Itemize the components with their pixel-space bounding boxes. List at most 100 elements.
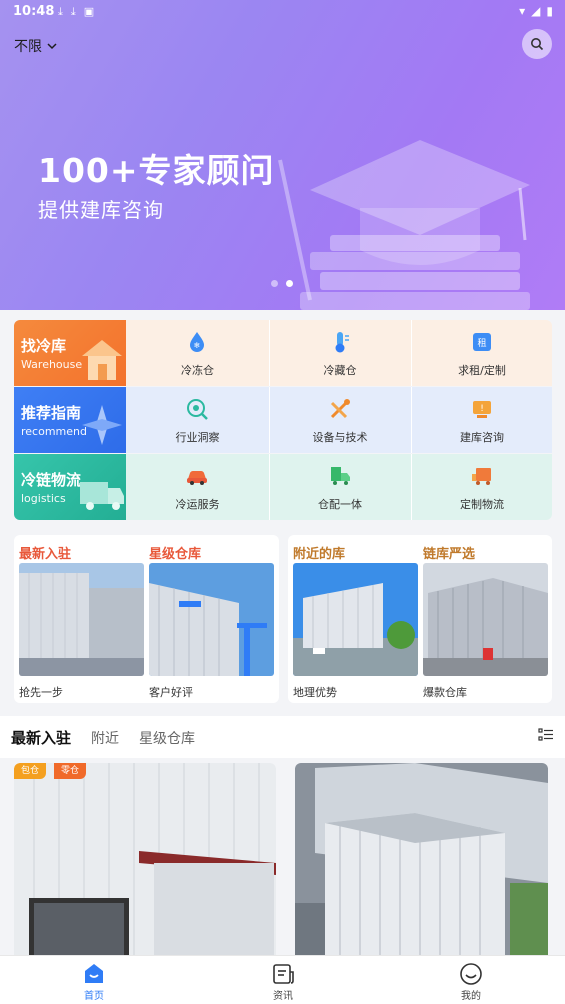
feature-title: 星级仓库 [149,547,202,562]
feature-desc: 抢先一步 [19,686,63,699]
tools-icon [330,399,350,419]
nav-profile[interactable]: 我的 [431,956,511,1004]
status-time: 10:48 [13,4,55,19]
row-title: 推荐指南 [21,404,82,422]
banner-title: 100+专家顾问 [38,151,275,190]
service-label: 设备与技术 [312,431,368,444]
svg-text:租: 租 [477,338,486,349]
consult-icon: ! [473,401,491,418]
compass-icon [82,405,122,445]
listing-tabs: 最新入驻 附近 星级仓库 [0,716,565,758]
service-equipment[interactable]: 设备与技术 [269,387,410,453]
graduation-books-illustration [278,140,530,310]
house-icon [82,340,122,380]
custom-truck-icon [472,468,491,485]
service-custom-logistics[interactable]: 定制物流 [411,454,552,520]
download-icon: ⤓ [70,5,76,18]
banner-subtitle: 提供建库咨询 [38,198,164,222]
service-label: 定制物流 [460,498,504,511]
service-frozen[interactable]: ❄ 冷冻仓 [127,320,268,386]
service-rent-custom[interactable]: 租 求租/定制 [411,320,552,386]
service-label: 求租/定制 [458,364,506,377]
app-icon: ▣ [83,5,95,18]
listing-card[interactable] [295,763,548,963]
carousel-dot[interactable] [271,280,278,287]
service-label: 仓配一体 [318,498,362,511]
tag-partial-warehouse: 零仓 [54,763,87,779]
home-icon [85,964,103,983]
system-icons: ▾ ◢ ▮ [519,4,553,18]
page: 10:48 ⤓ ⤓ ▣ ▾ ◢ ▮ 不限 100+专家顾问 提供建库咨询 找冷库… [0,0,565,1004]
feature-desc: 客户好评 [149,686,193,699]
search-button[interactable] [522,29,552,59]
feature-title: 最新入驻 [19,547,72,562]
profile-icon [460,963,482,985]
feature-title: 附近的库 [293,547,346,562]
service-chilled[interactable]: 冷藏仓 [269,320,410,386]
signal-icon: ◢ [531,4,541,18]
bottom-navigation: 首页 资讯 我的 [0,955,565,1004]
warehouse-photo [423,563,548,676]
row-head-recommend[interactable]: 推荐指南 recommend [14,387,126,453]
nav-label: 首页 [84,991,104,1002]
row-head-warehouse[interactable]: 找冷库 Warehouse [14,320,126,386]
row-title: 冷链物流 [21,471,82,489]
service-insight[interactable]: 行业洞察 [127,387,268,453]
notification-icons: ⤓ ⤓ ▣ [58,5,94,19]
truck-icon [331,467,350,485]
service-consult[interactable]: ! 建库咨询 [411,387,552,453]
service-label: 冷藏仓 [323,364,357,377]
feature-newest[interactable]: 最新入驻 抢先一步 [14,535,144,703]
tab-star-warehouse[interactable]: 星级仓库 [139,728,195,748]
tab-newest[interactable]: 最新入驻 [11,727,71,748]
service-grid: 找冷库 Warehouse ❄ 冷冻仓 冷藏仓 租 求租/定制 推荐指南 rec… [14,320,552,520]
snowflake-drop-icon: ❄ [190,332,204,352]
thermometer-icon [335,332,349,353]
service-row-logistics: 冷链物流 logistics 冷运服务 仓配一体 定制物流 [14,454,552,520]
feature-star[interactable]: 星级仓库 客户好评 [144,535,274,703]
service-label: 建库咨询 [460,431,504,444]
location-label: 不限 [14,39,42,55]
truck-icon [80,482,124,510]
feature-card-right: 附近的库 地理优势 链库严选 爆款仓库 [288,535,552,703]
listing-card[interactable]: 包仓 零仓 [14,763,276,963]
carousel-dot-active[interactable] [286,280,293,287]
status-bar: 10:48 ⤓ ⤓ ▣ ▾ ◢ ▮ [0,0,565,24]
service-label: 冷运服务 [175,498,220,511]
search-icon [531,38,544,51]
feature-selected[interactable]: 链库严选 爆款仓库 [418,535,548,703]
service-label: 冷冻仓 [181,364,214,377]
feature-card-left: 最新入驻 抢先一步 星级仓库 客户好评 [14,535,279,703]
banner-carousel[interactable]: 10:48 ⤓ ⤓ ▣ ▾ ◢ ▮ 不限 100+专家顾问 提供建库咨询 [0,0,565,310]
location-selector[interactable]: 不限 [14,36,58,56]
row-subtitle: logistics [21,492,66,505]
nav-label: 我的 [461,991,481,1002]
svg-text:!: ! [480,404,484,414]
news-icon [273,964,294,984]
download-icon: ⤓ [58,5,63,18]
svg-text:❄: ❄ [194,341,201,350]
nav-label: 资讯 [273,991,293,1002]
tag-whole-warehouse: 包仓 [14,763,47,779]
warehouse-photo [14,763,276,963]
service-cold-transport[interactable]: 冷运服务 [127,454,268,520]
rent-icon: 租 [473,333,491,351]
warehouse-photo [293,563,418,676]
service-label: 行业洞察 [175,431,220,444]
list-view-icon[interactable] [538,727,554,743]
nav-news[interactable]: 资讯 [243,956,323,1004]
warehouse-photo [149,563,274,676]
battery-icon: ▮ [546,4,553,18]
car-icon [187,471,207,485]
feature-desc: 爆款仓库 [423,686,467,699]
feature-nearby[interactable]: 附近的库 地理优势 [288,535,418,703]
row-subtitle: Warehouse [21,358,83,371]
row-head-logistics[interactable]: 冷链物流 logistics [14,454,126,520]
service-row-warehouse: 找冷库 Warehouse ❄ 冷冻仓 冷藏仓 租 求租/定制 [14,320,552,386]
nav-home[interactable]: 首页 [54,956,134,1004]
warehouse-photo [295,763,548,963]
carousel-indicator [271,280,293,287]
tab-nearby[interactable]: 附近 [91,728,119,748]
service-warehouse-delivery[interactable]: 仓配一体 [269,454,410,520]
eye-insight-icon [187,399,208,420]
